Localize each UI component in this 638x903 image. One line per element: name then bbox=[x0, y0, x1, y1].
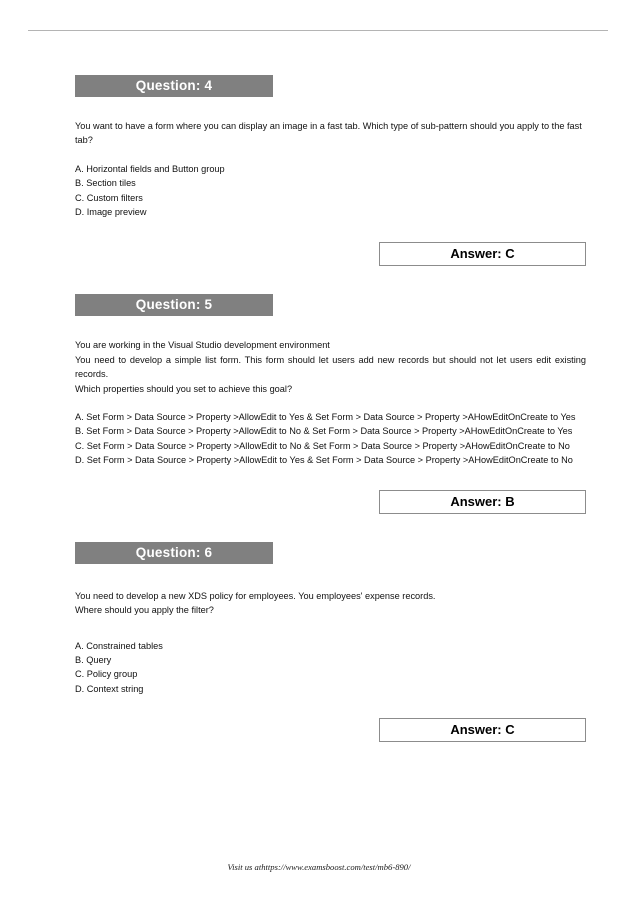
option-item: A. Constrained tables bbox=[75, 640, 163, 651]
question-6-options: A. Constrained tables B. Query C. Policy… bbox=[75, 639, 586, 697]
option-item: B. Section tiles bbox=[75, 178, 136, 189]
question-5-header: Question: 5 bbox=[75, 294, 273, 317]
option-item: B. Set Form > Data Source > Property >Al… bbox=[75, 426, 573, 437]
option-item: C. Set Form > Data Source > Property >Al… bbox=[75, 440, 570, 451]
option-item: D. Set Form > Data Source > Property >Al… bbox=[75, 455, 573, 466]
question-block-4: Question: 4 You want to have a form wher… bbox=[75, 75, 586, 267]
page-footer: Visit us athttps://www.examsboost.com/te… bbox=[227, 862, 411, 872]
question-6-answer-box: Answer: C bbox=[379, 718, 586, 743]
option-item: C. Custom filters bbox=[75, 192, 143, 203]
option-item: D. Context string bbox=[75, 683, 144, 694]
question-block-5: Question: 5 You are working in the Visua… bbox=[75, 294, 586, 514]
question-5-answer-row: Answer: B bbox=[75, 489, 586, 514]
question-4-options: A. Horizontal fields and Button group B.… bbox=[75, 162, 586, 220]
question-4-body: You want to have a form where you can di… bbox=[75, 121, 582, 146]
option-item: D. Image preview bbox=[75, 207, 147, 218]
question-6-body: You need to develop a new XDS policy for… bbox=[75, 590, 436, 616]
questions-container: Question: 4 You want to have a form wher… bbox=[75, 75, 586, 743]
question-4-header: Question: 4 bbox=[75, 75, 273, 97]
question-5-options: A. Set Form > Data Source > Property >Al… bbox=[75, 410, 586, 468]
option-item: B. Query bbox=[75, 654, 112, 665]
exam-page: Question: 4 You want to have a form wher… bbox=[0, 0, 638, 903]
question-6-answer-row: Answer: C bbox=[75, 718, 586, 743]
question-block-6: Question: 6 You need to develop a new XD… bbox=[75, 541, 586, 743]
option-item: A. Horizontal fields and Button group bbox=[75, 163, 225, 174]
option-item: C. Policy group bbox=[75, 669, 138, 680]
question-4-answer-box: Answer: C bbox=[379, 242, 586, 267]
option-item: A. Set Form > Data Source > Property >Al… bbox=[75, 412, 576, 423]
question-5-body: You are working in the Visual Studio dev… bbox=[75, 340, 586, 394]
question-6-header: Question: 6 bbox=[75, 541, 273, 564]
question-4-answer-row: Answer: C bbox=[75, 242, 586, 267]
question-5-answer-box: Answer: B bbox=[379, 489, 586, 514]
page-top-divider bbox=[28, 30, 608, 31]
